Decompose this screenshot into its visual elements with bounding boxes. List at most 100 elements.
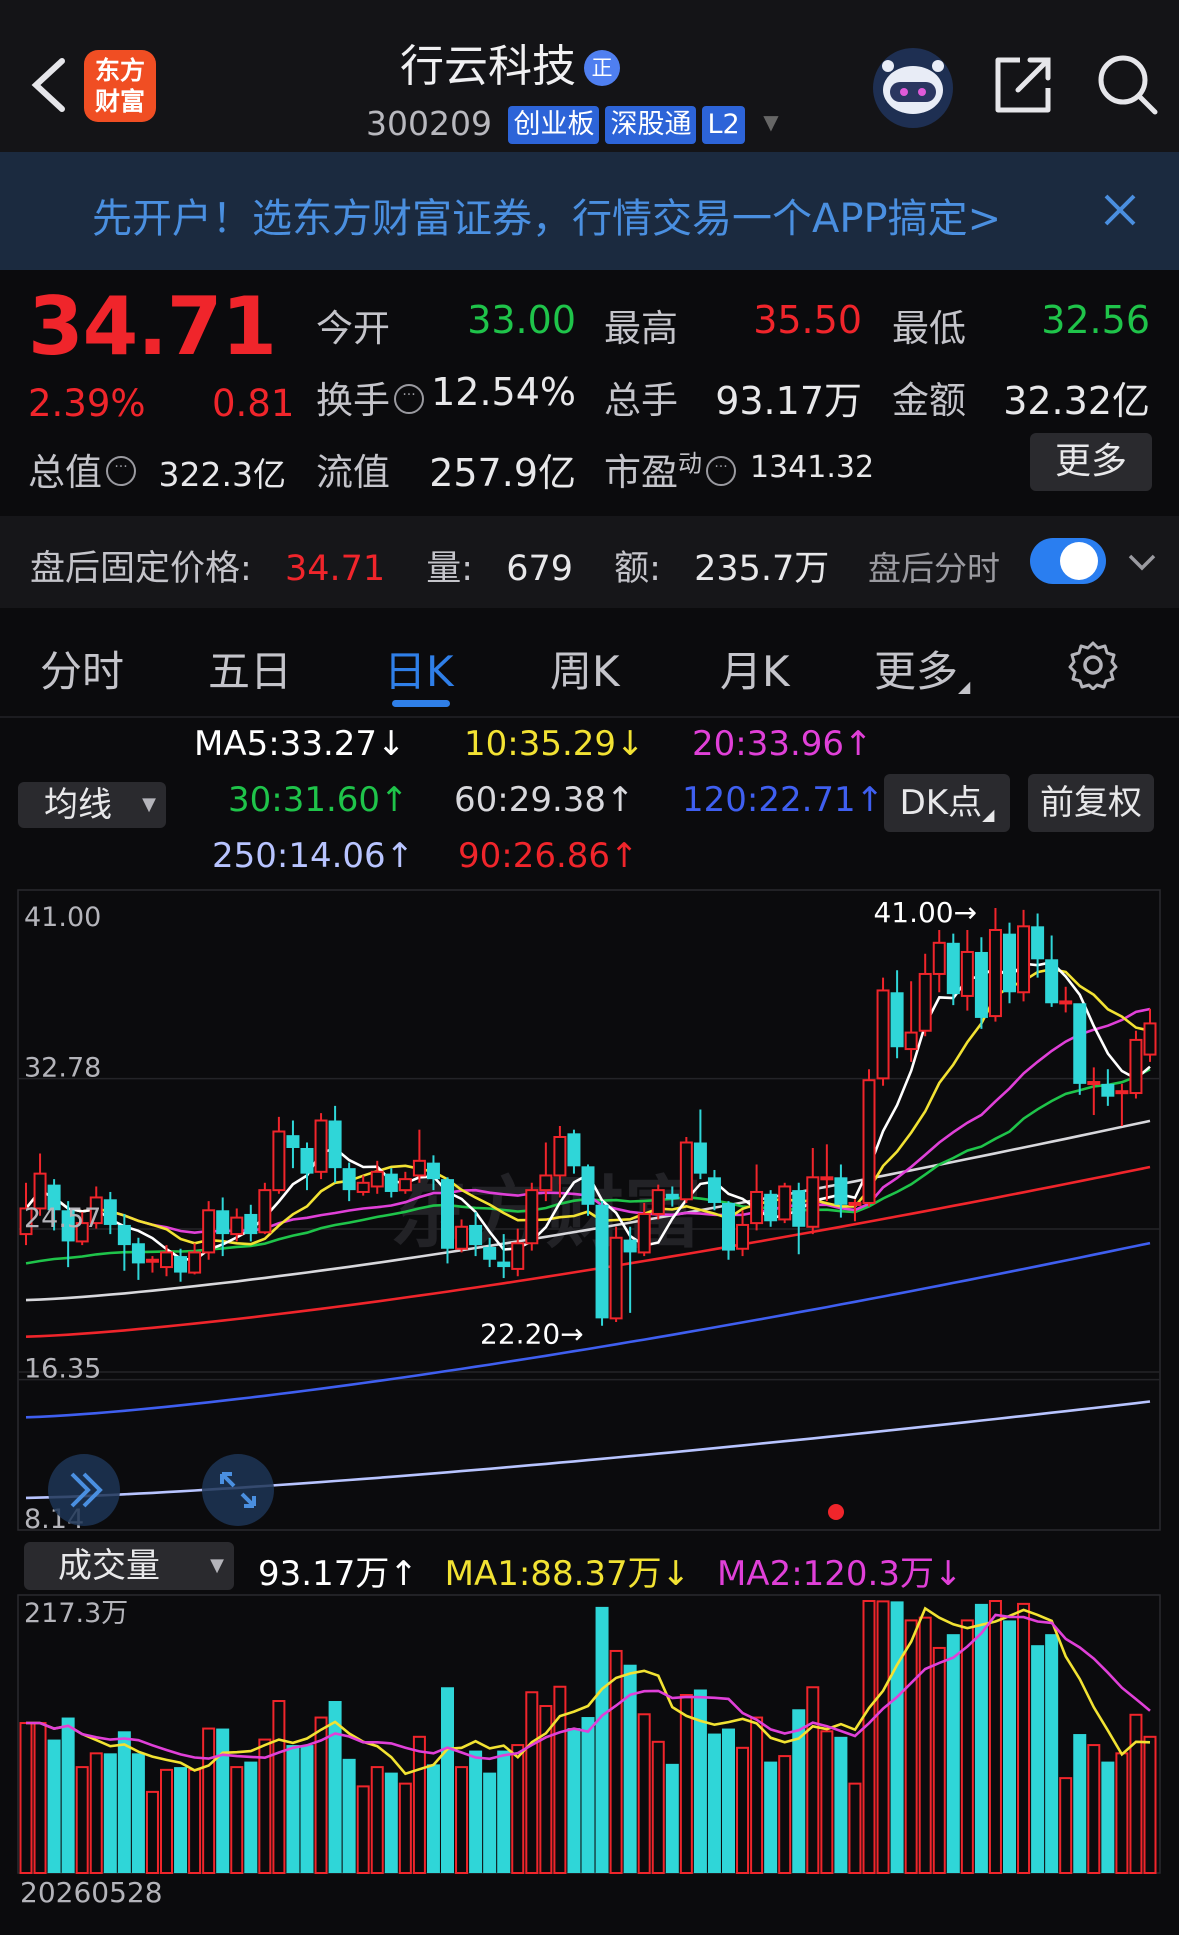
candle-body-up: [848, 1201, 862, 1206]
volume-bar-up: [1143, 1735, 1157, 1875]
volume-bar-down: [441, 1687, 454, 1873]
total-cap-value: 322.3亿: [158, 455, 286, 494]
volume-bar-up: [230, 1766, 244, 1874]
corner-triangle-icon: ◢: [982, 805, 995, 824]
candle-body-up: [511, 1242, 525, 1270]
volume-max-label: 217.3万: [24, 1598, 128, 1629]
back-arrow-icon[interactable]: [28, 55, 72, 115]
candle-body-up: [553, 1136, 567, 1177]
price-axis-label: 16.35: [24, 1354, 101, 1385]
candle-body-up: [778, 1185, 792, 1221]
amount-label: 金额: [892, 379, 966, 422]
more-button[interactable]: 更多: [1030, 433, 1152, 491]
tag-level2: L2: [702, 106, 745, 144]
candle-body-down: [1031, 926, 1045, 960]
stock-title: 行云科技正: [400, 30, 780, 94]
event-marker-dot[interactable]: [828, 1504, 844, 1520]
search-icon[interactable]: [1095, 52, 1161, 118]
candle-body-down: [131, 1243, 145, 1264]
candle-body-up: [609, 1236, 623, 1320]
candle-body-up: [750, 1190, 764, 1225]
volume-bar-up: [1115, 1752, 1129, 1874]
volume-bar-up: [145, 1790, 159, 1875]
candle-body-up: [314, 1119, 328, 1173]
volume-bar-down: [483, 1772, 497, 1873]
toggle-knob[interactable]: [1060, 542, 1098, 580]
tab-daily-k[interactable]: 日K: [384, 638, 454, 699]
candle-body-down: [567, 1133, 581, 1167]
assistant-robot-icon[interactable]: [868, 44, 958, 130]
candle-body-down: [665, 1193, 679, 1200]
promo-banner-text[interactable]: 先开户！选东方财富证券，行情交易一个APP搞定>: [92, 186, 1052, 244]
ma-selector[interactable]: 均线 ▼: [18, 782, 166, 828]
caret-down-icon: ▼: [142, 794, 156, 815]
volume-value: 93.17万: [715, 379, 862, 423]
volume-bar-down: [1073, 1734, 1087, 1873]
volume-bar-down: [244, 1761, 258, 1873]
volume-bar-up: [820, 1730, 834, 1875]
volume-bar-down: [707, 1733, 721, 1873]
dk-point-button[interactable]: DK点◢: [884, 774, 1010, 832]
candle-body-up: [820, 1176, 834, 1181]
info-icon[interactable]: ···: [106, 456, 136, 486]
volume-bar-down: [117, 1731, 131, 1873]
expand-button[interactable]: [48, 1454, 120, 1526]
candle-body-up: [904, 1031, 918, 1051]
candle-body-up: [932, 941, 946, 975]
chevron-down-icon[interactable]: [1124, 548, 1160, 576]
candle-body-up: [412, 1159, 426, 1177]
volume-bar-down: [1031, 1645, 1045, 1873]
volume-indicator-selector[interactable]: 成交量 ▼: [24, 1542, 234, 1590]
candle-body-up: [1143, 1022, 1157, 1056]
candle-body-up: [1115, 1090, 1129, 1095]
volume-bar-up: [33, 1722, 47, 1874]
change-percent: 2.39%: [28, 382, 146, 425]
tab-weekly-k[interactable]: 周K: [550, 638, 620, 699]
tab-more[interactable]: 更多◢: [874, 638, 970, 699]
total-cap-label: 总值 ···: [28, 442, 136, 496]
after-hours-label: 盘后固定价格:: [30, 549, 252, 589]
volume-bar-up: [1059, 1777, 1073, 1874]
info-icon[interactable]: ···: [706, 456, 736, 486]
volume-bar-down: [834, 1736, 848, 1873]
dk-point-label: DK点: [899, 783, 983, 823]
gear-icon[interactable]: [1068, 640, 1118, 690]
volume-bar-up: [637, 1713, 651, 1874]
candle-body-down: [1073, 1003, 1087, 1084]
volume-bar-down: [1003, 1620, 1016, 1873]
pe-label-text: 市盈: [604, 451, 678, 494]
candle-body-down: [174, 1256, 188, 1273]
after-hours-amount: 235.7万: [694, 549, 830, 589]
price-axis-labels: 41.0032.7824.5716.358.14: [24, 902, 101, 1535]
amount-value: 32.32亿: [1003, 379, 1150, 423]
tab-monthly-k[interactable]: 月K: [720, 638, 790, 699]
fullscreen-button[interactable]: [202, 1454, 274, 1526]
volume-bar-up: [918, 1616, 932, 1874]
volume-bar-down: [286, 1745, 300, 1873]
fullscreen-button-bg[interactable]: [202, 1454, 274, 1526]
info-icon[interactable]: ···: [394, 384, 424, 414]
tab-more-label: 更多: [874, 647, 959, 696]
tag-connect: 深股通: [605, 106, 697, 144]
tab-timeshare[interactable]: 分时: [40, 638, 124, 699]
forward-adjust-button[interactable]: 前复权: [1028, 774, 1154, 832]
high-label: 最高: [604, 307, 678, 350]
volume-bar-up: [412, 1735, 426, 1875]
candle-body-down: [946, 942, 960, 995]
volume-bar-up: [932, 1646, 946, 1874]
open-label: 今开: [316, 307, 390, 350]
share-icon[interactable]: [990, 52, 1056, 118]
volume-bar-up: [272, 1700, 286, 1875]
tab-five-day[interactable]: 五日: [208, 638, 292, 699]
candle-body-up: [960, 950, 974, 997]
chevron-down-icon[interactable]: ▼: [763, 110, 778, 134]
candle-body-down: [300, 1147, 314, 1174]
expand-button-bg[interactable]: [48, 1454, 120, 1526]
volume-bar-down: [764, 1761, 778, 1873]
close-icon[interactable]: [1100, 190, 1140, 230]
kline-chart[interactable]: 东方财富 41.0032.7824.5716.358.14 41.00→ 22.…: [0, 880, 1179, 1880]
ma20-legend: 20:33.96↑: [692, 724, 873, 764]
volume-bar-down: [426, 1764, 440, 1873]
volume-bar-down: [946, 1634, 960, 1873]
volume-bar-down: [216, 1728, 230, 1873]
